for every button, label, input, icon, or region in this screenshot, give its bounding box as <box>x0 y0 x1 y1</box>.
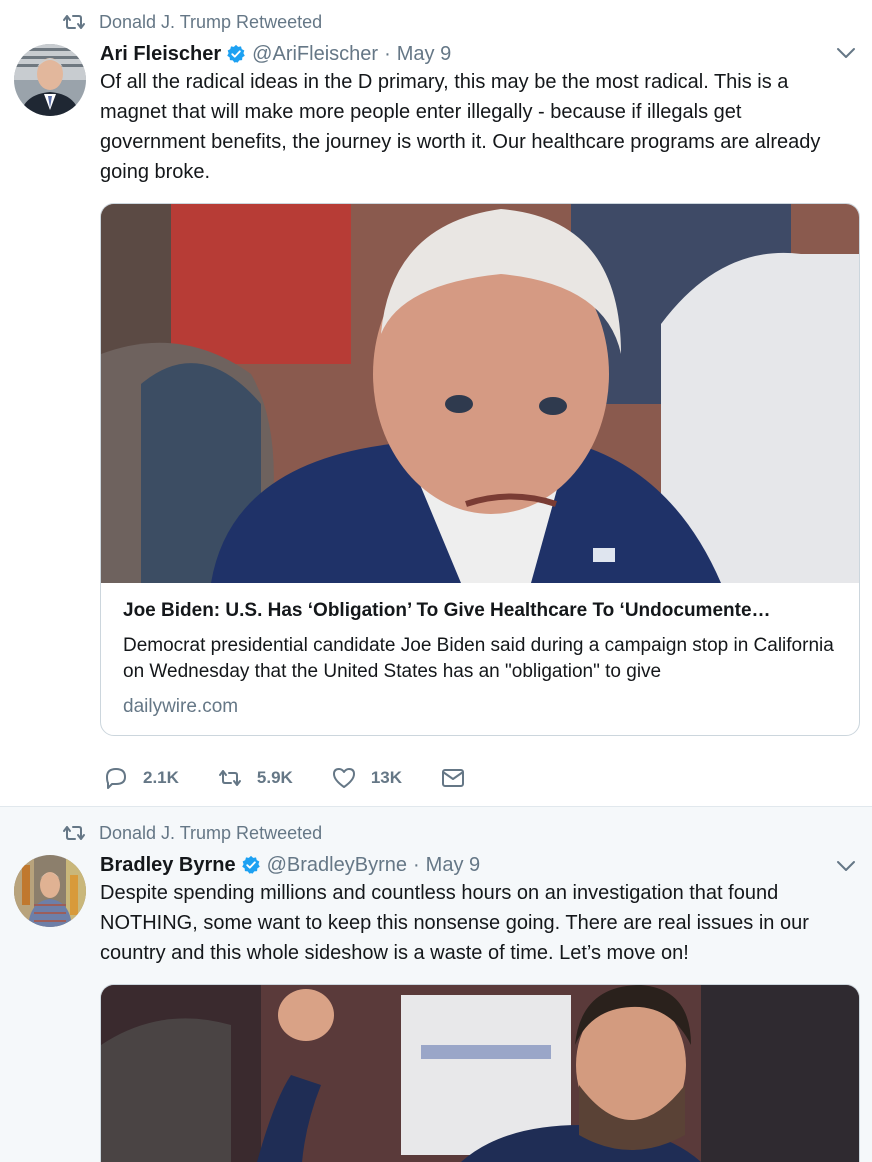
card-image <box>101 204 859 583</box>
verified-badge-icon <box>241 855 260 874</box>
like-icon <box>332 768 355 788</box>
avatar[interactable] <box>14 855 86 927</box>
author-handle[interactable]: @BradleyByrne <box>267 854 407 877</box>
tweet-header: Ari Fleischer @AriFleischer · May 9 <box>100 40 451 68</box>
retweet-context: Donald J. Trump Retweeted <box>62 821 322 845</box>
author-name[interactable]: Bradley Byrne <box>100 854 236 877</box>
card-domain: dailywire.com <box>123 696 239 717</box>
link-card[interactable]: Joe Biden: U.S. Has ‘Obligation’ To Give… <box>100 203 860 736</box>
author-handle[interactable]: @AriFleischer <box>252 43 378 66</box>
retweet-context-label: Donald J. Trump Retweeted <box>99 11 323 32</box>
card-image <box>101 985 859 1162</box>
card-title[interactable]: Joe Biden: U.S. Has ‘Obligation’ To Give… <box>123 598 843 624</box>
chevron-down-icon[interactable] <box>836 46 856 60</box>
separator: · <box>384 42 391 65</box>
tweet[interactable]: Donald J. Trump Retweeted Bradley Byrne … <box>0 806 872 1162</box>
tweet-header: Bradley Byrne @BradleyByrne · May 9 <box>100 851 480 879</box>
tweet-text: Of all the radical ideas in the D primar… <box>100 71 821 183</box>
card-body: Joe Biden: U.S. Has ‘Obligation’ To Give… <box>123 598 843 718</box>
reply-count: 2.1K <box>143 768 179 787</box>
verified-badge-icon <box>227 44 245 63</box>
media-card[interactable] <box>100 984 860 1162</box>
author-name[interactable]: Ari Fleischer <box>100 43 221 66</box>
tweet-text: Despite spending millions and countless … <box>100 882 809 964</box>
tweet-actions: 2.1K 5.9K 13K <box>103 763 504 793</box>
tweet-timestamp[interactable]: May 9 <box>397 43 451 66</box>
chevron-down-icon[interactable] <box>836 859 856 873</box>
retweet-count: 5.9K <box>256 768 293 787</box>
retweet-icon <box>63 15 85 29</box>
reply-icon <box>106 768 126 789</box>
avatar[interactable] <box>14 44 86 116</box>
retweet-icon <box>63 826 85 840</box>
separator: · <box>413 853 420 876</box>
card-description: Democrat presidential candidate Joe Bide… <box>123 635 834 682</box>
tweet[interactable]: Donald J. Trump Retweeted Ari Fleischer … <box>0 0 872 806</box>
retweet-context: Donald J. Trump Retweeted <box>62 10 322 34</box>
retweet-button[interactable]: 5.9K <box>217 766 293 790</box>
direct-message-button[interactable] <box>440 766 466 790</box>
reply-button[interactable]: 2.1K <box>103 766 179 790</box>
tweet-timestamp[interactable]: May 9 <box>426 854 480 877</box>
retweet-icon <box>218 770 241 786</box>
mail-icon <box>442 769 465 787</box>
like-button[interactable]: 13K <box>331 766 402 790</box>
retweet-context-label: Donald J. Trump Retweeted <box>99 822 323 843</box>
like-count: 13K <box>370 768 403 787</box>
